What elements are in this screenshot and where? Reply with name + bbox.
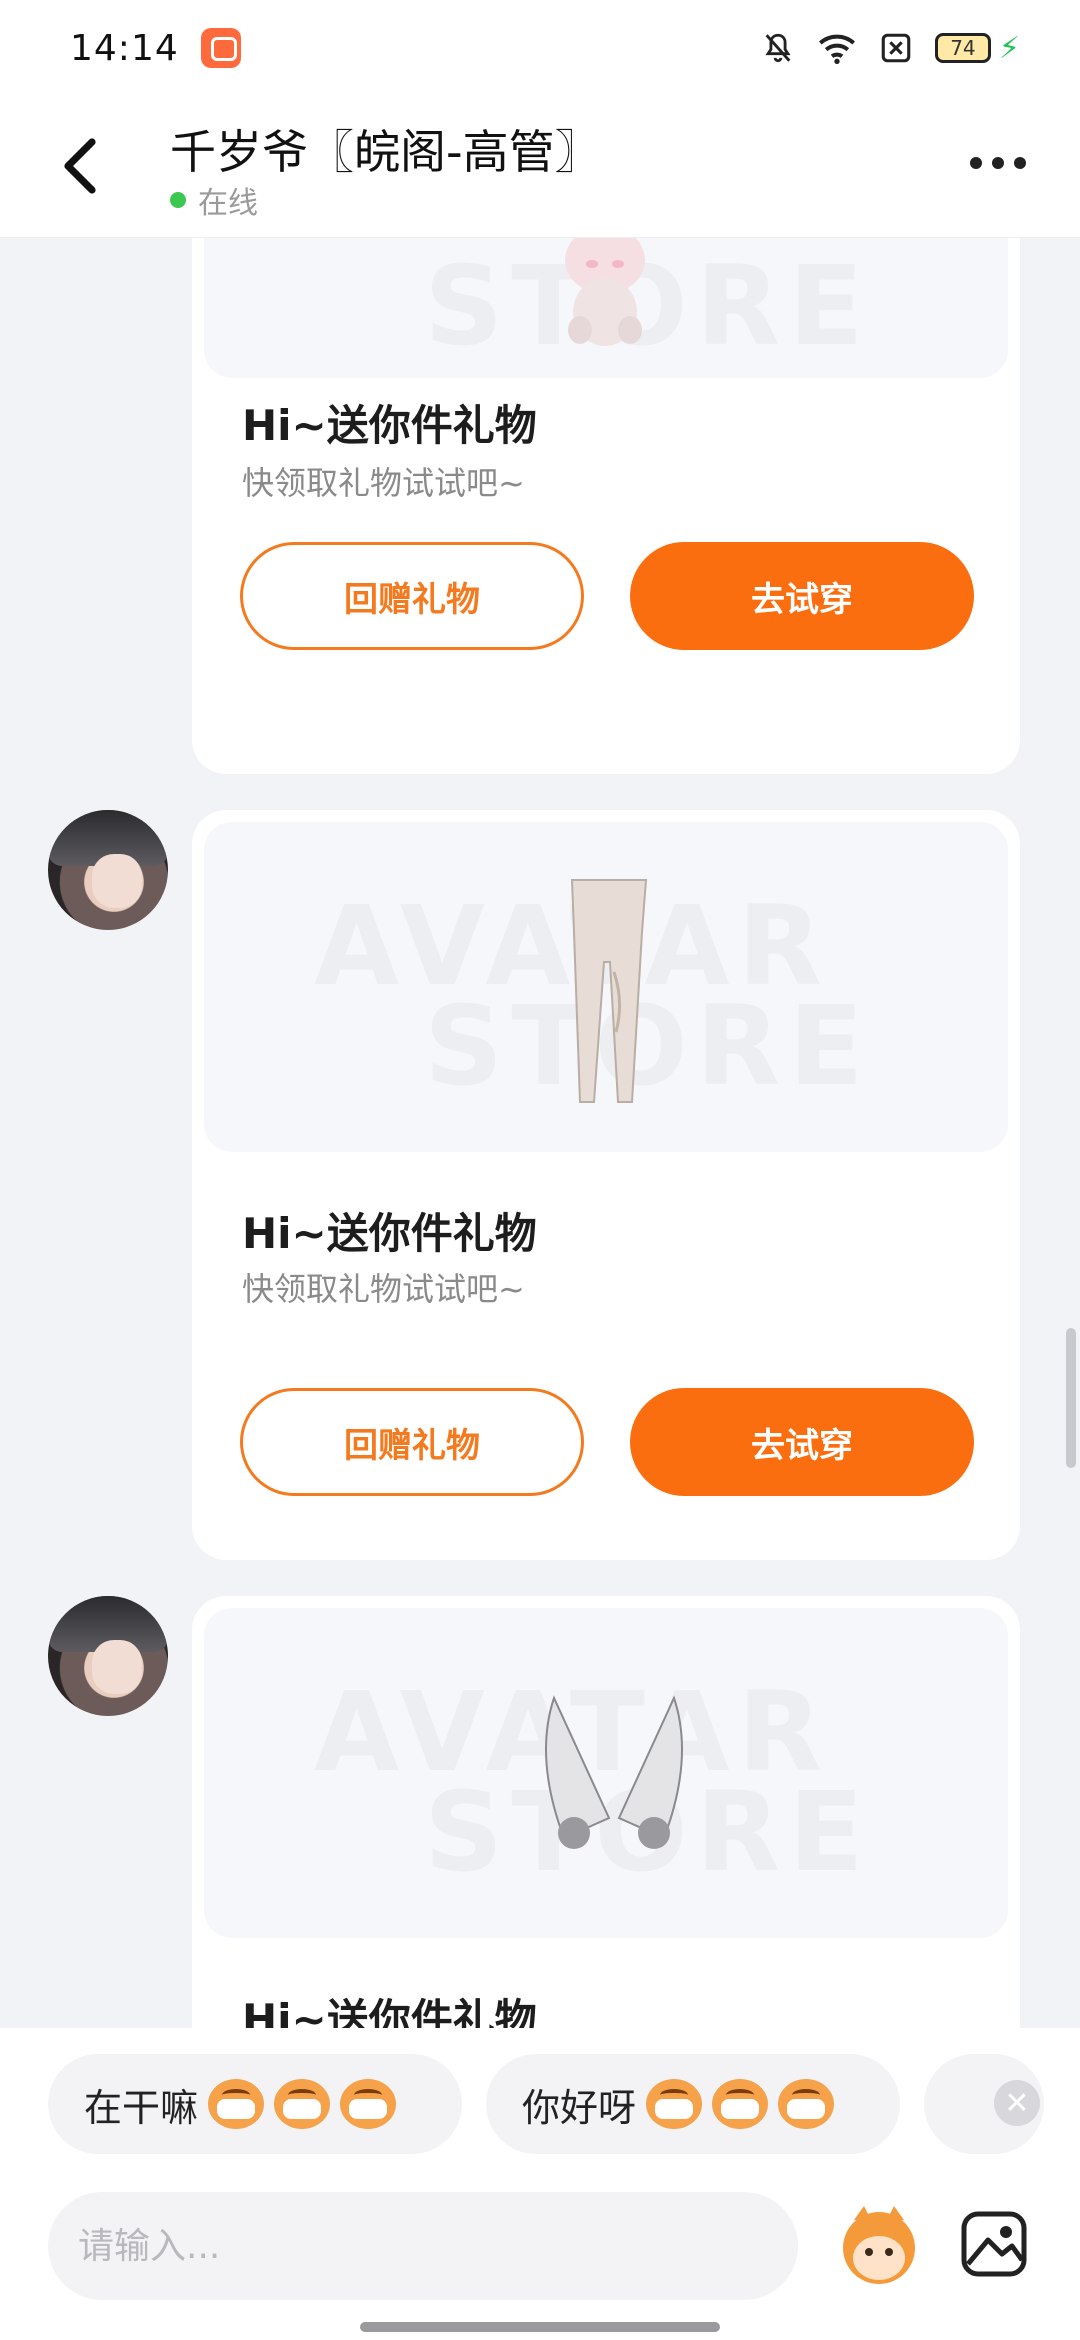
online-status-label: 在线 xyxy=(198,186,258,221)
gift-title: Hi~送你件礼物 xyxy=(242,401,537,450)
more-options-icon[interactable] xyxy=(968,152,1028,174)
leggings-image xyxy=(570,879,648,1103)
chat-messages[interactable]: STORE Hi~送你件礼物 快领取礼物试试吧~ 回赠礼物 去试穿 AVATAR… xyxy=(0,238,1080,2028)
online-status: 在线 xyxy=(170,178,258,222)
gift-subtitle: 快领取礼物试试吧~ xyxy=(242,1270,525,1308)
try-on-button[interactable]: 去试穿 xyxy=(630,542,974,650)
message-input[interactable] xyxy=(48,2192,798,2300)
online-dot-icon xyxy=(170,192,186,208)
gift-image[interactable]: AVATAR STORE xyxy=(204,822,1008,1152)
home-indicator xyxy=(360,2322,720,2332)
smile-emoji-icon xyxy=(712,2079,769,2129)
gift-title: Hi~送你件礼物 xyxy=(242,1995,537,2028)
gift-image[interactable]: AVATAR STORE xyxy=(204,1608,1008,1938)
grin-emoji-icon xyxy=(208,2079,265,2129)
close-quick-replies-icon[interactable]: ✕ xyxy=(994,2080,1040,2126)
quick-reply-chip[interactable]: 你好呀 xyxy=(486,2054,900,2154)
scrollbar[interactable] xyxy=(1066,1328,1076,1468)
app-badge-icon xyxy=(200,28,241,68)
grin-emoji-icon xyxy=(274,2079,331,2129)
sender-avatar[interactable] xyxy=(48,810,168,930)
status-icons: 74 ⚡ xyxy=(761,31,1020,66)
quick-reply-chip[interactable]: 在干嘛 xyxy=(48,2054,462,2154)
return-gift-button[interactable]: 回赠礼物 xyxy=(240,1388,584,1496)
gift-subtitle: 快领取礼物试试吧~ xyxy=(242,464,525,502)
quick-reply-text: 你好呀 xyxy=(522,2085,637,2130)
return-gift-button[interactable]: 回赠礼物 xyxy=(240,542,584,650)
try-on-button[interactable]: 去试穿 xyxy=(630,1388,974,1496)
plush-toy-image xyxy=(565,238,645,346)
gift-card: AVATAR STORE Hi~送你件礼物 快领取礼物试试吧~ 回赠礼物 去试穿 xyxy=(192,810,1020,1560)
chat-title: 千岁爷〖皖阁-高管〗 xyxy=(170,125,601,179)
chat-header: 千岁爷〖皖阁-高管〗 在线 xyxy=(0,96,1080,238)
sim-x-icon xyxy=(881,33,911,63)
gift-title: Hi~送你件礼物 xyxy=(242,1209,537,1258)
battery-icon: 74 xyxy=(934,33,991,63)
charging-icon: ⚡ xyxy=(998,30,1020,66)
gift-card: AVATAR STORE Hi~送你件礼物 xyxy=(192,1596,1020,2028)
sender-avatar[interactable] xyxy=(48,1596,168,1716)
gift-image[interactable]: STORE xyxy=(204,238,1008,378)
mute-bell-icon xyxy=(765,33,791,63)
grin-emoji-icon xyxy=(340,2079,397,2129)
wings-image xyxy=(545,1695,683,1849)
gift-card: STORE Hi~送你件礼物 快领取礼物试试吧~ 回赠礼物 去试穿 xyxy=(192,238,1020,774)
wifi-icon xyxy=(818,34,855,64)
image-picker-icon[interactable] xyxy=(958,2208,1030,2280)
smile-emoji-icon xyxy=(778,2079,835,2129)
mascot-emoji-icon[interactable] xyxy=(834,2200,924,2290)
quick-reply-text: 在干嘛 xyxy=(84,2085,199,2130)
composer-panel: 在干嘛 你好呀 ✕ xyxy=(0,2028,1080,2340)
status-time: 14:14 xyxy=(70,27,179,69)
status-bar: 14:14 74 ⚡ xyxy=(0,0,1080,96)
smile-emoji-icon xyxy=(646,2079,703,2129)
back-arrow-icon[interactable] xyxy=(56,136,108,196)
